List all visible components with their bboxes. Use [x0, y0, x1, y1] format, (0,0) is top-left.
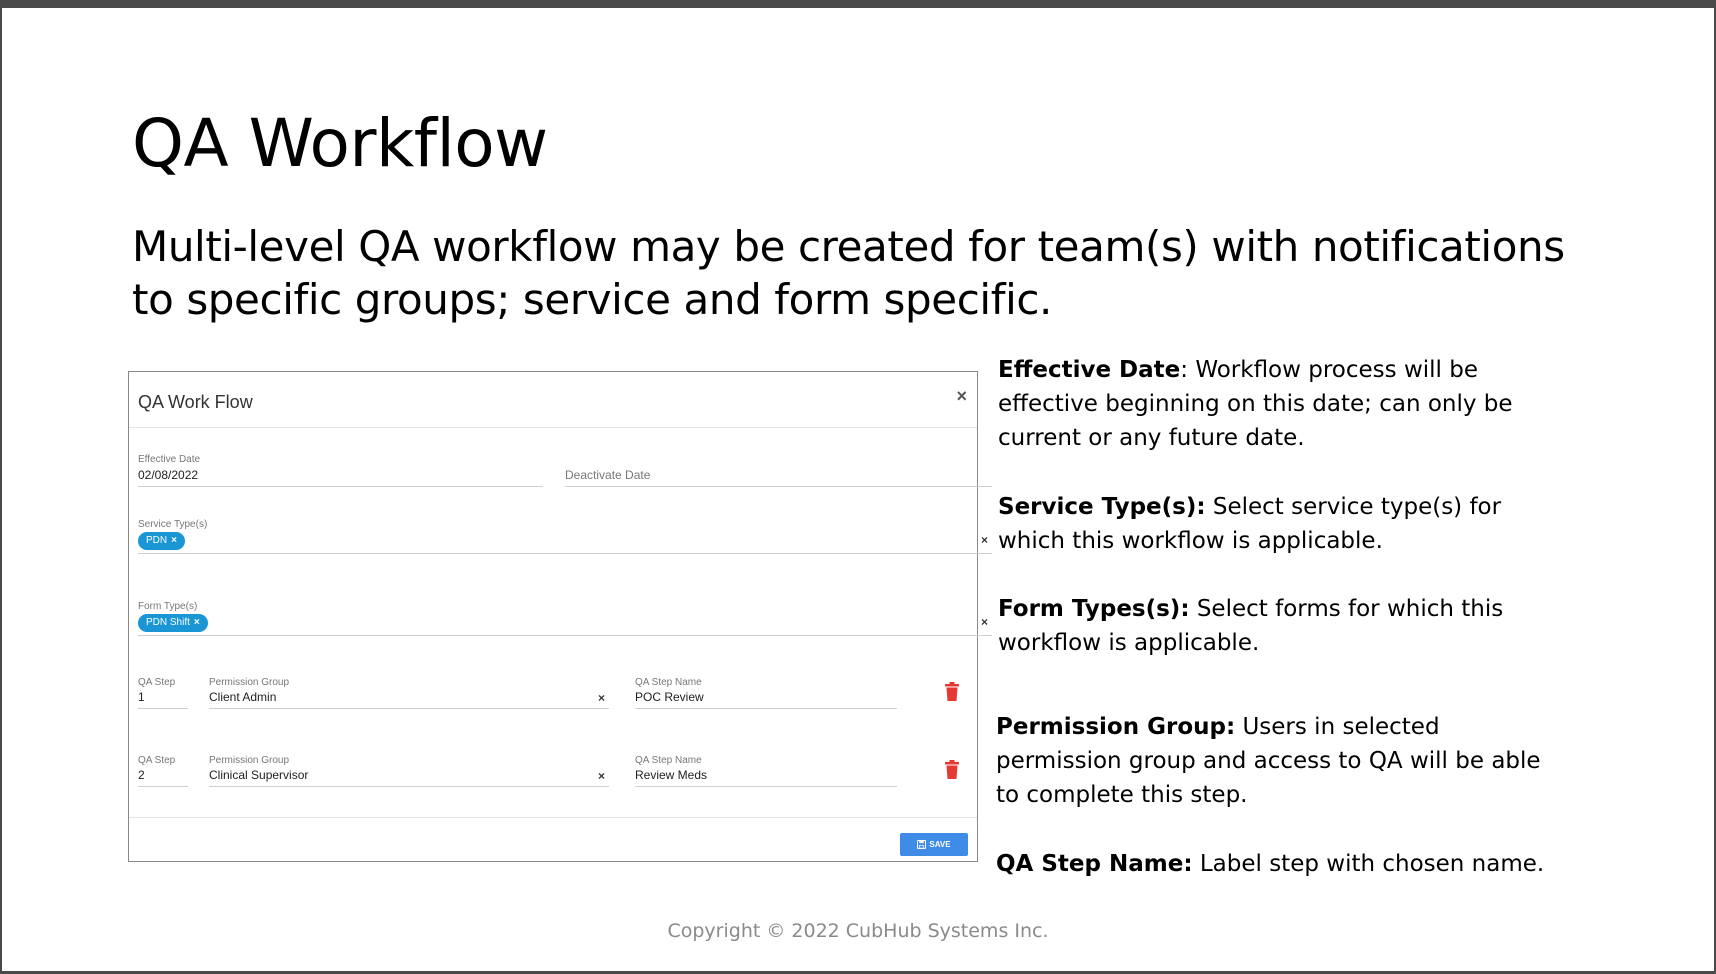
effective-date-value: 02/08/2022 — [138, 468, 199, 482]
service-types-field[interactable]: Service Type(s) PDN × × — [138, 517, 992, 554]
effective-date-explanation: Effective Date: Workflow process will be… — [998, 357, 1513, 451]
permission-group-value: Client Admin — [209, 690, 277, 704]
qa-step-name-label: QA Step Name — [635, 677, 702, 688]
qa-step-name-label: QA Step Name — [635, 755, 702, 766]
qa-step-name-value: Review Meds — [635, 768, 708, 782]
floppy-disk-icon — [917, 840, 927, 849]
permission-group-explanation: Permission Group: Users in selected perm… — [996, 714, 1541, 808]
qa-step-field[interactable]: QA Step 2 — [138, 753, 188, 787]
permission-group-value: Clinical Supervisor — [209, 768, 309, 782]
deactivate-date-field[interactable]: Deactivate Date — [565, 452, 992, 487]
header-divider — [129, 427, 977, 428]
slide: QA Workflow Multi-level QA workflow may … — [2, 8, 1714, 971]
qa-workflow-modal: QA Work Flow × Effective Date 02/08/2022… — [128, 371, 992, 862]
service-types-clear-icon[interactable]: × — [981, 533, 988, 547]
qa-step-label: QA Step — [138, 677, 176, 688]
close-icon[interactable]: × — [956, 386, 967, 407]
qa-step-name-value: POC Review — [635, 690, 704, 704]
form-types-explanation: Form Types(s): Select forms for which th… — [998, 596, 1504, 656]
deactivate-date-placeholder: Deactivate Date — [565, 468, 651, 482]
permission-group-label: Permission Group — [209, 755, 290, 766]
permission-group-label: Permission Group — [209, 677, 290, 688]
qa-step-name-field[interactable]: QA Step Name Review Meds — [635, 753, 897, 787]
effective-date-field[interactable]: Effective Date 02/08/2022 — [138, 452, 543, 487]
save-button[interactable]: SAVE — [900, 833, 968, 856]
qa-step-field[interactable]: QA Step 1 — [138, 675, 188, 709]
service-types-label: Service Type(s) — [138, 519, 208, 530]
form-types-clear-icon[interactable]: × — [981, 615, 988, 629]
form-type-chip[interactable]: PDN Shift × — [138, 614, 208, 632]
copyright-footer: Copyright © 2022 CubHub Systems Inc. — [667, 920, 1049, 942]
slide-subtitle: Multi-level QA workflow may be created f… — [132, 222, 1565, 324]
save-label: SAVE — [929, 840, 951, 849]
modal-title: QA Work Flow — [138, 392, 253, 412]
permission-group-field[interactable]: Permission Group Client Admin × — [209, 675, 609, 709]
chip-remove-icon[interactable]: × — [171, 535, 177, 546]
service-type-chip[interactable]: PDN × — [138, 532, 185, 550]
qa-step-name-field[interactable]: QA Step Name POC Review — [635, 675, 897, 709]
chip-remove-icon[interactable]: × — [194, 617, 200, 628]
qa-step-value: 1 — [138, 690, 145, 704]
permission-group-field[interactable]: Permission Group Clinical Supervisor × — [209, 753, 609, 787]
form-types-field[interactable]: Form Type(s) PDN Shift × × — [138, 599, 992, 636]
trash-icon[interactable] — [944, 682, 960, 702]
service-types-explanation: Service Type(s): Select service type(s) … — [998, 494, 1502, 554]
slide-title: QA Workflow — [132, 105, 548, 182]
permission-group-clear-icon[interactable]: × — [598, 769, 605, 783]
form-types-label: Form Type(s) — [138, 601, 198, 612]
effective-date-label: Effective Date — [138, 454, 201, 465]
trash-icon[interactable] — [944, 760, 960, 780]
qa-step-name-explanation: QA Step Name: Label step with chosen nam… — [996, 851, 1545, 877]
footer-divider — [129, 817, 977, 818]
permission-group-clear-icon[interactable]: × — [598, 691, 605, 705]
qa-step-value: 2 — [138, 768, 145, 782]
qa-step-label: QA Step — [138, 755, 176, 766]
